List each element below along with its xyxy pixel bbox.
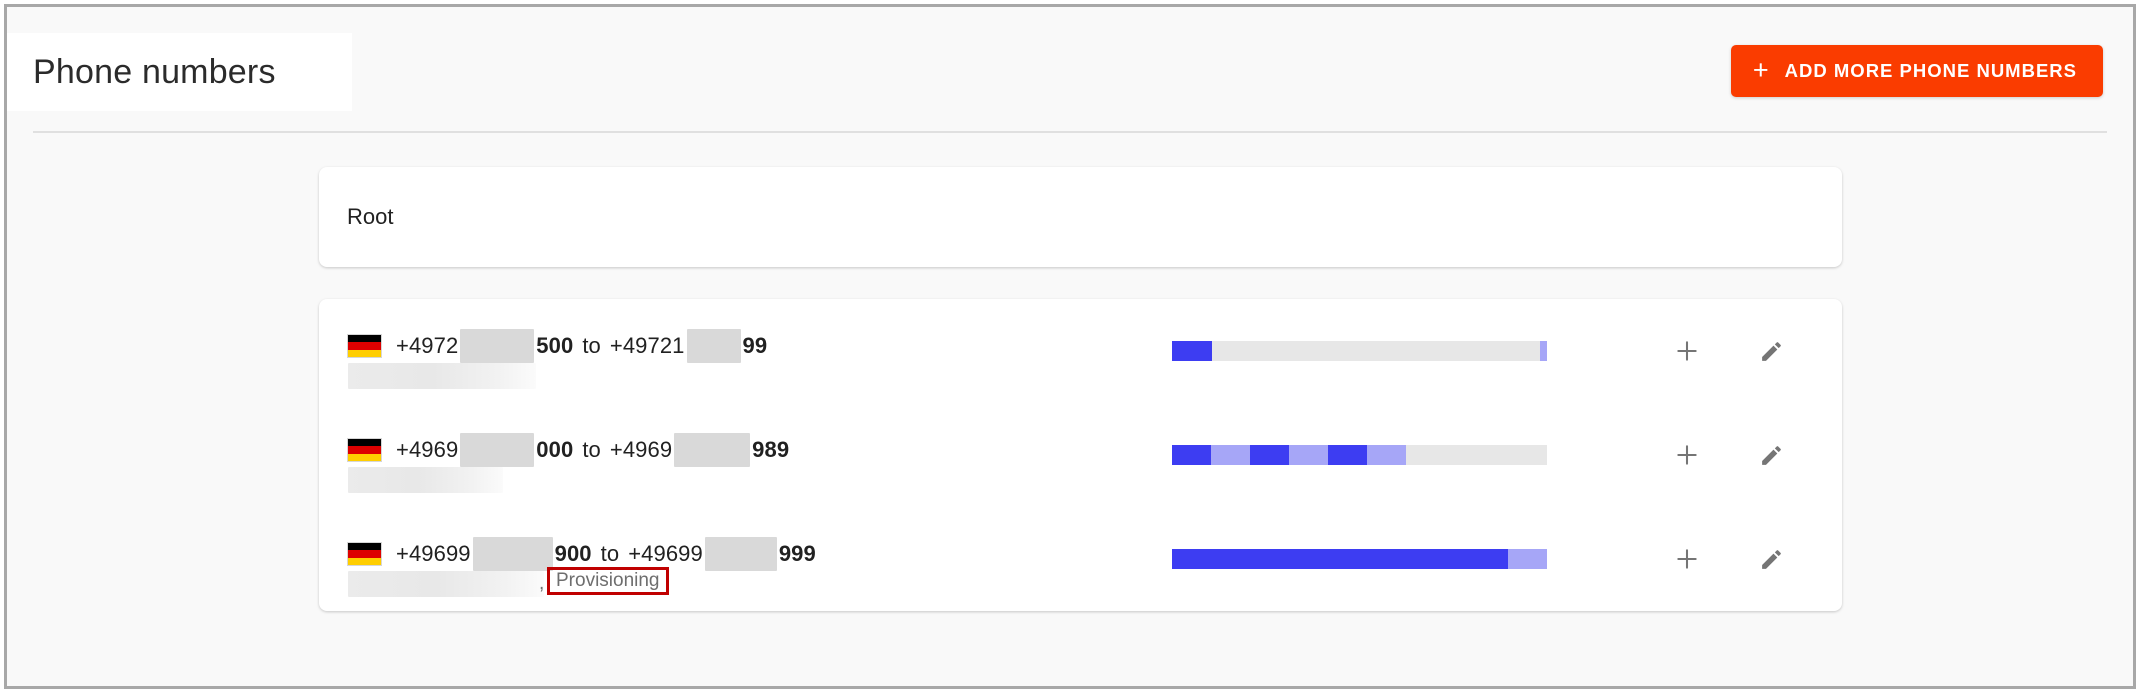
range-end-prefix: +49699	[628, 541, 703, 566]
table-row[interactable]: +4972 500 to +49721 99	[319, 299, 1842, 403]
add-more-phone-numbers-button[interactable]: + ADD MORE PHONE NUMBERS	[1730, 45, 2103, 97]
plus-icon: +	[1752, 54, 1769, 85]
page-content: Root +4972 500 to +49721 99 +4969 000 to…	[7, 133, 2133, 686]
redacted-digits	[674, 433, 751, 467]
redacted-subtitle	[348, 467, 503, 493]
bar-segment-reserved	[1540, 341, 1547, 361]
phone-range-cell: +49699 900 to +49699 999 , Provisioning	[347, 507, 1087, 611]
range-end-prefix: +4969	[609, 437, 673, 462]
bar-segment-reserved	[1210, 445, 1250, 465]
bar-segment-used	[1249, 445, 1289, 465]
add-more-phone-numbers-label: ADD MORE PHONE NUMBERS	[1784, 60, 2077, 81]
row-actions	[1668, 299, 1790, 403]
edit-number-button[interactable]	[1752, 436, 1790, 474]
bar-segment-used	[1172, 341, 1213, 361]
range-end-suffix: 989	[752, 437, 790, 462]
bar-segment-reserved	[1507, 549, 1547, 569]
range-separator: to	[582, 437, 601, 462]
phone-range-text: +4969 000 to +4969 989	[347, 433, 789, 467]
range-start-suffix: 500	[536, 333, 574, 358]
plus-icon	[1677, 445, 1697, 465]
status-badge: Provisioning	[556, 570, 660, 591]
plus-icon	[1677, 341, 1697, 361]
table-row[interactable]: +4969 000 to +4969 989	[319, 403, 1842, 507]
redacted-subtitle	[348, 571, 544, 597]
edit-number-button[interactable]	[1752, 332, 1790, 370]
range-separator: to	[600, 541, 620, 566]
root-scope-card[interactable]: Root	[319, 167, 1842, 267]
pencil-icon	[1761, 549, 1781, 569]
de-flag-icon	[347, 334, 382, 358]
range-end-prefix: +49721	[609, 333, 685, 358]
bar-segment-reserved	[1288, 445, 1328, 465]
redacted-digits	[704, 537, 777, 571]
range-start-prefix: +49699	[396, 541, 471, 566]
pencil-icon	[1761, 341, 1781, 361]
edit-number-button[interactable]	[1752, 540, 1790, 578]
table-row[interactable]: +49699 900 to +49699 999 , Provisioning	[319, 507, 1842, 611]
plus-icon	[1677, 549, 1697, 569]
capacity-bar-cell	[1172, 299, 1602, 403]
phone-number-list-card: +4972 500 to +49721 99 +4969 000 to +496…	[319, 299, 1842, 611]
bar-segment-used	[1172, 445, 1211, 465]
redacted-digits	[472, 537, 553, 571]
row-actions	[1668, 403, 1790, 507]
page-header: Phone numbers + ADD MORE PHONE NUMBERS	[7, 7, 2133, 133]
capacity-bar-cell	[1172, 507, 1602, 611]
redacted-digits	[460, 433, 535, 467]
add-number-button[interactable]	[1668, 436, 1706, 474]
bar-segment-empty	[1212, 341, 1541, 361]
redacted-digits	[460, 329, 535, 363]
range-start-prefix: +4969	[396, 437, 459, 462]
phone-range-text: +49699 900 to +49699 999	[347, 537, 816, 571]
page-title: Phone numbers	[33, 52, 276, 91]
bar-segment-used	[1172, 549, 1508, 569]
de-flag-icon	[347, 438, 382, 462]
add-number-button[interactable]	[1668, 332, 1706, 370]
bar-segment-reserved	[1366, 445, 1406, 465]
range-start-suffix: 900	[554, 541, 592, 566]
row-actions	[1668, 507, 1790, 611]
capacity-bar	[1172, 549, 1547, 569]
range-separator: to	[582, 333, 601, 358]
status-badge-highlight: Provisioning	[547, 567, 669, 595]
range-start-prefix: +4972	[396, 333, 459, 358]
root-scope-label: Root	[347, 204, 394, 229]
phone-range-text: +4972 500 to +49721 99	[347, 329, 767, 363]
app-window: Phone numbers + ADD MORE PHONE NUMBERS R…	[4, 4, 2136, 689]
status-badge-wrapper: , Provisioning	[539, 567, 669, 595]
pencil-icon	[1761, 445, 1781, 465]
page-title-tab: Phone numbers	[7, 33, 352, 111]
de-flag-icon	[347, 542, 382, 566]
phone-range-cell: +4969 000 to +4969 989	[347, 403, 1087, 507]
phone-range-cell: +4972 500 to +49721 99	[347, 299, 1087, 403]
add-number-button[interactable]	[1668, 540, 1706, 578]
range-end-suffix: 99	[742, 333, 768, 358]
status-separator: ,	[539, 573, 545, 594]
redacted-digits	[686, 329, 741, 363]
range-start-suffix: 000	[536, 437, 574, 462]
capacity-bar-cell	[1172, 403, 1602, 507]
redacted-subtitle	[348, 363, 536, 389]
range-end-suffix: 999	[778, 541, 816, 566]
bar-segment-used	[1327, 445, 1367, 465]
capacity-bar	[1172, 341, 1547, 361]
capacity-bar	[1172, 445, 1547, 465]
bar-segment-empty	[1405, 445, 1547, 465]
